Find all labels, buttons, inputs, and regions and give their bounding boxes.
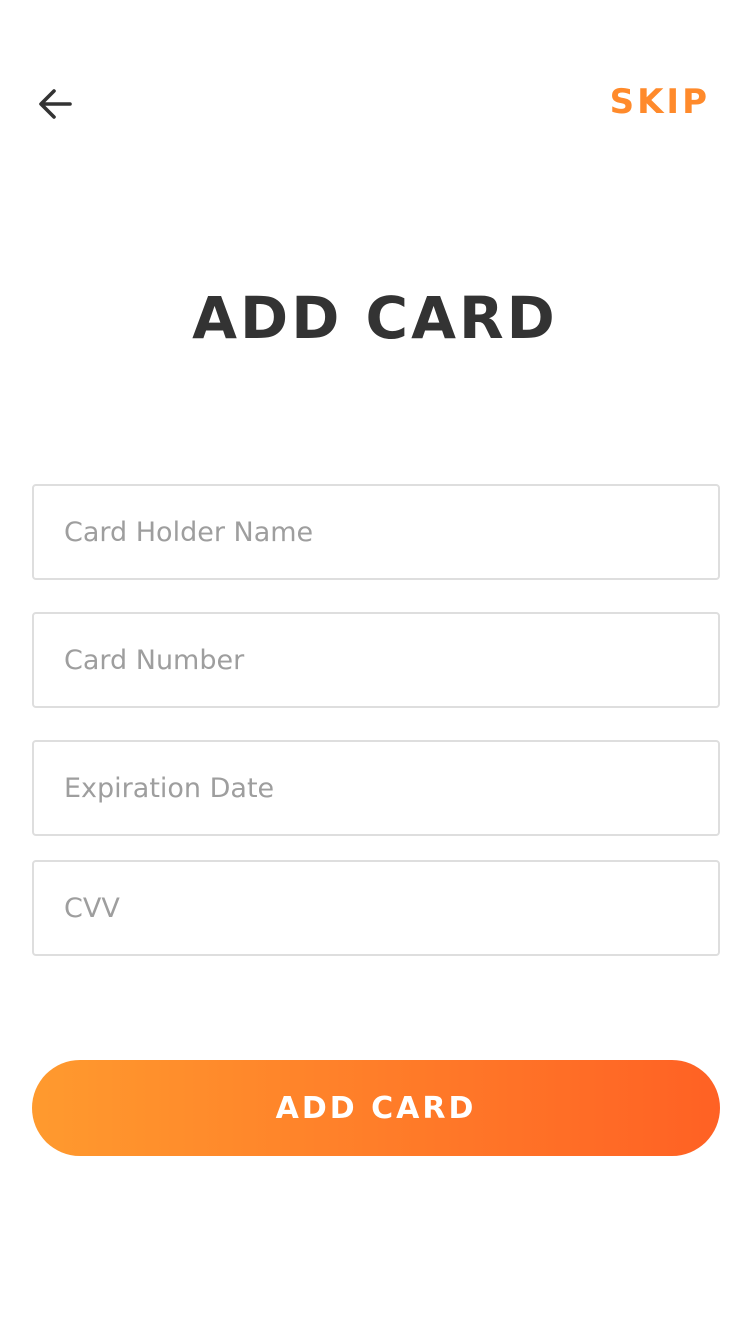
cvv-input[interactable] xyxy=(32,860,720,956)
arrow-left-icon xyxy=(36,84,76,124)
card-number-input[interactable] xyxy=(32,612,720,708)
add-card-button[interactable]: ADD CARD xyxy=(32,1060,720,1156)
back-button[interactable] xyxy=(36,84,76,124)
add-card-screen: SKIP ADD CARD ADD CARD xyxy=(0,0,750,1334)
card-holder-name-input[interactable] xyxy=(32,484,720,580)
add-card-form xyxy=(32,484,720,956)
add-card-button-label: ADD CARD xyxy=(275,1090,477,1126)
skip-button[interactable]: SKIP xyxy=(610,80,710,124)
expiration-date-input[interactable] xyxy=(32,740,720,836)
page-title: ADD CARD xyxy=(192,284,558,352)
